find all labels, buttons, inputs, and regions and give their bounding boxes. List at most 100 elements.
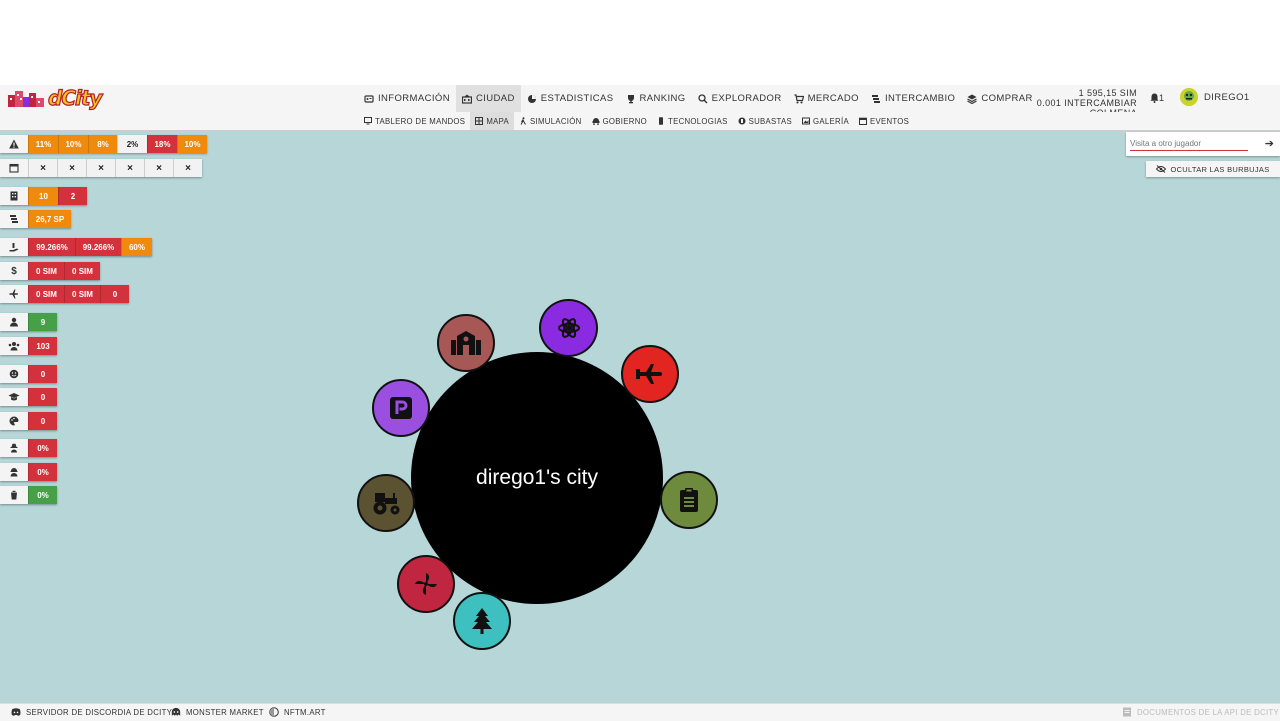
event-slot[interactable]: × — [173, 159, 202, 177]
subnav-tablero[interactable]: TABLERO DE MANDOS — [359, 112, 470, 130]
pie-chart-icon — [527, 94, 536, 103]
clipboard-icon — [680, 488, 698, 512]
coins-icon — [0, 210, 28, 228]
nav-ranking[interactable]: RANKING — [620, 85, 692, 112]
tourism-value[interactable]: 0 SIM — [28, 285, 64, 303]
warning-value[interactable]: 11% — [28, 135, 58, 153]
nav-estadisticas[interactable]: ESTADISTICAS — [521, 85, 620, 112]
crime-value[interactable]: 0% — [28, 439, 57, 457]
monster-market-link[interactable]: MONSTER MARKET — [171, 707, 264, 717]
nav-informacion[interactable]: INFORMACIÓN — [358, 85, 456, 112]
popularity-row: 0 — [0, 365, 57, 383]
subnav-eventos[interactable]: EVENTOS — [854, 112, 914, 130]
subnav-gobierno[interactable]: GOBIERNO — [587, 112, 652, 130]
windmill-icon — [415, 573, 437, 595]
population-value[interactable]: 9 — [28, 313, 57, 331]
subnav-mapa[interactable]: MAPA — [470, 112, 515, 130]
document-icon — [1123, 707, 1131, 717]
api-docs-link[interactable]: DOCUMENTOS DE LA API DE DCITY — [1122, 707, 1279, 717]
event-slot[interactable]: × — [86, 159, 115, 177]
main-navbar: dCity INFORMACIÓN CIUDAD ESTADISTICAS RA… — [0, 85, 1280, 118]
warning-value[interactable]: 10% — [177, 135, 207, 153]
monster-icon — [171, 707, 181, 716]
dollar-icon: $ — [0, 262, 28, 280]
government-icon — [592, 118, 600, 125]
arrow-right-icon[interactable]: ➔ — [1265, 137, 1274, 150]
city-icon — [461, 94, 472, 104]
city-buildings-icon — [8, 91, 44, 107]
discord-link[interactable]: SERVIDOR DE DISCORDIA DE DCITY — [11, 707, 172, 717]
sp-value[interactable]: 26,7 SP — [28, 210, 71, 228]
subnav-simulacion[interactable]: SIMULACIÓN — [514, 112, 587, 130]
hide-bubbles-button[interactable]: OCULTAR LAS BURBUJAS — [1146, 161, 1280, 177]
pollution-value[interactable]: 0% — [28, 486, 57, 504]
warning-value[interactable]: 8% — [88, 135, 117, 153]
approval-value[interactable]: 99.266% — [75, 238, 121, 256]
nav-label: RANKING — [639, 93, 686, 104]
tourism-value[interactable]: 0 — [100, 285, 129, 303]
popularity-value[interactable]: 0 — [28, 365, 57, 383]
clipboard-bubble[interactable] — [660, 471, 718, 529]
warning-value[interactable]: 18% — [147, 135, 177, 153]
education-row: 0 — [0, 388, 57, 406]
warning-value[interactable]: 2% — [117, 135, 147, 153]
palette-icon — [0, 412, 28, 430]
event-slot[interactable]: × — [115, 159, 144, 177]
city-name: dirego1's city — [476, 466, 598, 489]
nav-mercado[interactable]: MERCADO — [788, 85, 865, 112]
subnav-subastas[interactable]: SUBASTAS — [733, 112, 797, 130]
dcity-logo[interactable]: dCity — [8, 85, 103, 111]
warning-value[interactable]: 10% — [58, 135, 88, 153]
top-blank-area — [0, 0, 1280, 85]
nftm-icon — [269, 707, 279, 717]
unemployment-value[interactable]: 0% — [28, 463, 57, 481]
sim-balance: 1 595,15 SIM — [1078, 88, 1137, 98]
buildings-row: 10 2 — [0, 187, 87, 205]
tree-icon — [472, 608, 492, 634]
school-bubble[interactable] — [437, 314, 495, 372]
approval-value[interactable]: 99.266% — [28, 238, 75, 256]
user-menu[interactable]: DIREGO1 — [1180, 88, 1250, 106]
tourism-value[interactable]: 0 SIM — [64, 285, 100, 303]
income-value[interactable]: 0 SIM — [28, 262, 64, 280]
energy-bubble[interactable] — [397, 555, 455, 613]
gallery-icon — [802, 117, 811, 125]
coins-icon — [967, 94, 978, 104]
subnav-label: TECNOLOGIAS — [668, 116, 728, 126]
buildings-value[interactable]: 2 — [58, 187, 87, 205]
event-slot[interactable]: × — [57, 159, 86, 177]
monitor-icon — [364, 117, 372, 125]
nav-label: INFORMACIÓN — [378, 93, 450, 104]
approval-row: 99.266% 99.266% 60% — [0, 238, 152, 256]
subnav-galeria[interactable]: GALERÍA — [797, 112, 854, 130]
farm-bubble[interactable] — [357, 474, 415, 532]
airport-bubble[interactable] — [621, 345, 679, 403]
creativity-value[interactable]: 0 — [28, 412, 57, 430]
nav-explorador[interactable]: EXPLORADOR — [692, 85, 788, 112]
nav-intercambio[interactable]: INTERCAMBIO — [865, 85, 961, 112]
income-value[interactable]: 0 SIM — [64, 262, 100, 280]
approval-value[interactable]: 60% — [121, 238, 152, 256]
cart-icon — [794, 93, 804, 103]
parking-bubble[interactable] — [372, 379, 430, 437]
tech-bubble[interactable] — [539, 299, 598, 357]
monster-market-label: MONSTER MARKET — [186, 707, 264, 717]
citizens-value[interactable]: 103 — [28, 337, 57, 355]
park-bubble[interactable] — [453, 592, 511, 650]
subnav-tecnologias[interactable]: TECNOLOGIAS — [652, 112, 733, 130]
subnav-label: EVENTOS — [869, 116, 910, 126]
event-slot[interactable]: × — [144, 159, 173, 177]
exchange-icon — [871, 94, 880, 103]
buildings-value[interactable]: 10 — [28, 187, 58, 205]
sp-row: 26,7 SP — [0, 210, 71, 228]
subnav-label: SUBASTAS — [748, 116, 793, 126]
nftm-link[interactable]: NFTM.ART — [269, 707, 326, 717]
notifications[interactable]: 1 — [1150, 93, 1164, 103]
visit-player-input[interactable] — [1130, 136, 1248, 151]
recycle-icon — [0, 486, 28, 504]
event-slot[interactable]: × — [28, 159, 57, 177]
nav-label: ESTADISTICAS — [540, 93, 614, 104]
notification-count: 1 — [1159, 93, 1165, 103]
education-value[interactable]: 0 — [28, 388, 57, 406]
nav-ciudad[interactable]: CIUDAD — [455, 85, 521, 112]
